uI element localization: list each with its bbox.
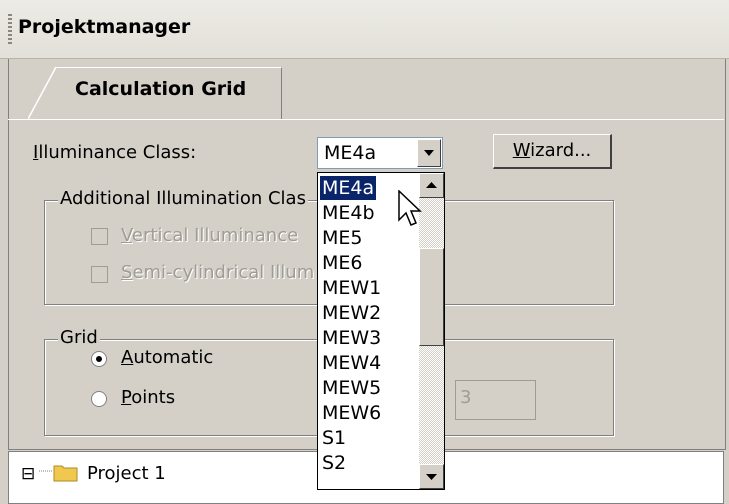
arrow-down-icon: [426, 474, 437, 480]
panel-title: Projektmanager: [18, 16, 191, 38]
points-label: Points: [121, 387, 176, 408]
tree-expander[interactable]: ⊟: [21, 464, 35, 484]
automatic-radio[interactable]: [91, 351, 107, 367]
panel-grip[interactable]: [8, 14, 12, 44]
scrollbar-thumb[interactable]: [419, 248, 444, 346]
illuminance-class-combo[interactable]: ME4a: [317, 137, 443, 169]
list-item[interactable]: S1: [320, 426, 348, 450]
scroll-down-button[interactable]: [419, 464, 444, 489]
combo-value: ME4a: [324, 142, 377, 164]
list-item[interactable]: MEW6: [320, 401, 383, 425]
list-item[interactable]: ME5: [320, 226, 365, 250]
semi-cylindrical-label: Semi-cylindrical Illum: [121, 262, 315, 283]
mouse-cursor-icon: [398, 190, 422, 226]
tree-item-project-1[interactable]: Project 1: [87, 463, 166, 484]
wizard-button[interactable]: Wizard...: [493, 134, 612, 169]
points-radio[interactable]: [91, 391, 107, 407]
vertical-illuminance-label: Vertical Illuminance: [121, 225, 299, 246]
list-item[interactable]: MEW2: [320, 301, 383, 325]
tab-edge: [28, 66, 57, 120]
tab-baseline: [8, 119, 724, 120]
chevron-down-icon: [424, 150, 434, 156]
list-item[interactable]: MEW1: [320, 276, 383, 300]
combo-dropdown-button[interactable]: [417, 139, 441, 167]
list-item[interactable]: MEW4: [320, 351, 383, 375]
folder-icon: [53, 465, 78, 482]
grid-group-legend: Grid: [58, 327, 100, 348]
tab-label: Calculation Grid: [75, 78, 247, 100]
tree-connector: [39, 470, 53, 472]
list-item[interactable]: MEW5: [320, 376, 383, 400]
automatic-label: Automatic: [121, 347, 214, 368]
list-item[interactable]: S2: [320, 451, 348, 475]
additional-group-legend: Additional Illumination Clas: [58, 188, 308, 209]
list-item[interactable]: ME4b: [320, 201, 377, 225]
illuminance-class-label: Illuminance Class:: [33, 142, 197, 163]
semi-cylindrical-checkbox[interactable]: [91, 266, 108, 283]
points-value-field[interactable]: 3: [455, 380, 536, 420]
list-item[interactable]: MEW3: [320, 326, 383, 350]
list-item[interactable]: ME6: [320, 251, 365, 275]
vertical-illuminance-checkbox[interactable]: [91, 228, 108, 245]
list-item[interactable]: ME4a: [320, 176, 377, 200]
